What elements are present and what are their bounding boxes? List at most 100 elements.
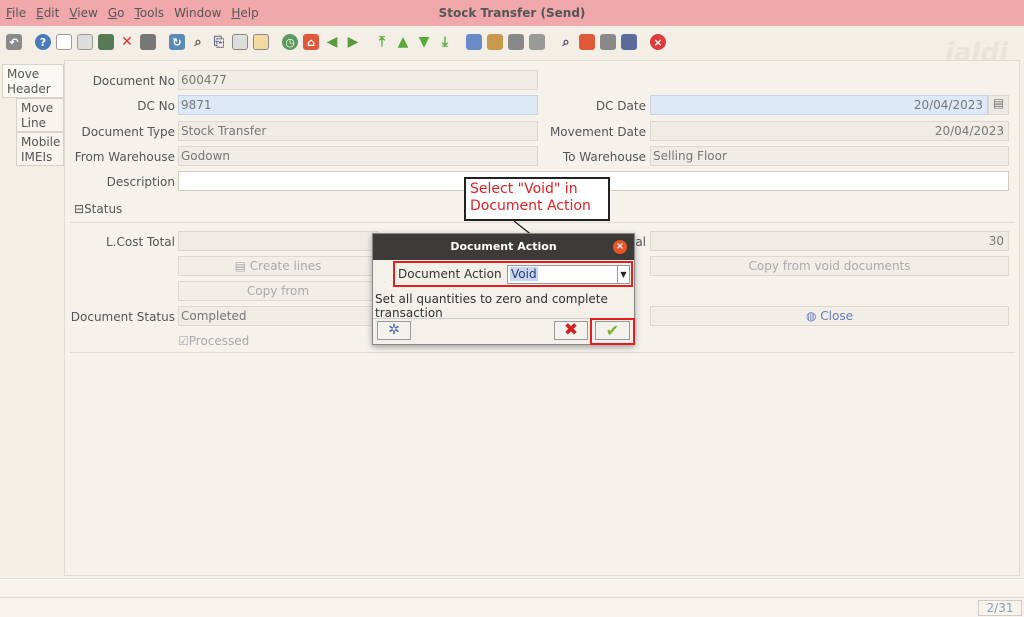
tab-label: Move Line <box>21 101 54 130</box>
menu-bar: File Edit View Go Tools Window Help <box>0 0 1024 26</box>
archived-docs-icon[interactable] <box>487 34 503 50</box>
status-bar <box>0 578 1024 596</box>
tab-label: Move Header <box>7 67 51 96</box>
history-icon[interactable]: ◷ <box>282 34 298 50</box>
document-type-label: Document Type <box>81 125 175 139</box>
from-warehouse-label: From Warehouse <box>74 150 175 164</box>
document-action-value: Void <box>510 267 538 281</box>
close-doc-icon: ◍ <box>806 309 821 323</box>
document-action-label: Document Action <box>398 267 502 281</box>
menu-window[interactable]: Window <box>174 6 221 20</box>
create-lines-label: Create lines <box>249 259 322 273</box>
create-lines-button[interactable]: ▤ Create lines <box>178 256 378 276</box>
close-button[interactable]: ◍ Close <box>650 306 1009 326</box>
action-description: Set all quantities to zero and complete … <box>375 292 633 318</box>
callout-line-2: Document Action <box>470 198 591 214</box>
home-icon[interactable]: ⌂ <box>303 34 319 50</box>
document-type-field[interactable]: Stock Transfer <box>178 121 538 141</box>
lcost-total-field[interactable] <box>178 231 378 251</box>
toolbar: ↶ ? ✕ ↻ ⌕ ⎘ ◷ ⌂ ◀ ▶ ⤒ ▲ ▼ ⤓ ⌕ × <box>0 28 1024 56</box>
print-icon[interactable] <box>529 34 545 50</box>
checkbox-icon: ☑ <box>178 334 189 348</box>
dc-no-field[interactable]: 9871 <box>178 95 538 115</box>
product-info-icon[interactable] <box>600 34 616 50</box>
refresh-icon[interactable]: ↻ <box>169 34 185 50</box>
movement-date-field[interactable]: 20/04/2023 <box>650 121 1009 141</box>
archive-icon[interactable] <box>253 34 269 50</box>
tab-move-line[interactable]: Move Line <box>16 98 64 132</box>
chat-icon[interactable] <box>232 34 248 50</box>
close-label: Close <box>820 309 853 323</box>
last-record-icon[interactable]: ⤓ <box>437 34 453 50</box>
record-pager[interactable]: 2/31 <box>978 600 1022 616</box>
delete-icon[interactable]: ✕ <box>119 34 135 50</box>
menu-view[interactable]: View <box>69 6 97 20</box>
check-icon: ✔ <box>605 321 620 340</box>
grid-icon[interactable] <box>140 34 156 50</box>
back-icon[interactable]: ◀ <box>324 34 340 50</box>
tab-move-header[interactable]: Move Header <box>2 64 64 98</box>
description-line-1: Set all quantities to zero and complete <box>375 292 608 306</box>
previous-record-icon[interactable]: ▲ <box>395 34 411 50</box>
dc-no-label: DC No <box>137 99 175 113</box>
status-section-label: Status <box>84 202 123 216</box>
attachment-icon[interactable]: ⎘ <box>211 34 227 50</box>
print-preview-icon[interactable] <box>508 34 524 50</box>
processed-checkbox[interactable]: ☑Processed <box>178 334 249 348</box>
to-warehouse-label: To Warehouse <box>562 150 646 164</box>
document-no-label: Document No <box>92 74 175 88</box>
next-record-icon[interactable]: ▼ <box>416 34 432 50</box>
menu-help[interactable]: Help <box>231 6 258 20</box>
description-line-2: transaction <box>375 306 443 318</box>
window-icon[interactable] <box>621 34 637 50</box>
cancel-button[interactable]: ✖ <box>554 321 588 340</box>
first-record-icon[interactable]: ⤒ <box>374 34 390 50</box>
processed-label: Processed <box>188 334 250 348</box>
document-action-dialog: Document Action × Document Action Void ▼… <box>372 233 635 345</box>
copy-from-button[interactable]: Copy from <box>178 281 378 301</box>
instruction-callout: Select "Void" in Document Action <box>464 177 610 221</box>
bottom-divider <box>70 352 1015 353</box>
tab-mobile-imeis[interactable]: Mobile IMEIs <box>16 132 64 166</box>
exit-icon[interactable]: × <box>650 34 666 50</box>
cancel-x-icon: ✖ <box>563 320 579 340</box>
from-warehouse-field[interactable]: Godown <box>178 146 538 166</box>
create-lines-icon: ▤ <box>234 259 250 273</box>
workflow-icon[interactable] <box>579 34 595 50</box>
document-no-field[interactable]: 600477 <box>178 70 538 90</box>
find-icon[interactable]: ⌕ <box>190 34 206 50</box>
new-record-icon[interactable] <box>56 34 72 50</box>
undo-icon[interactable]: ↶ <box>6 34 22 50</box>
ok-button[interactable]: ✔ <box>595 321 630 340</box>
menu-file[interactable]: File <box>6 6 26 20</box>
help-icon[interactable]: ? <box>35 34 51 50</box>
gear-icon: ✲ <box>388 322 400 338</box>
to-warehouse-field[interactable]: Selling Floor <box>650 146 1009 166</box>
document-status-field[interactable]: Completed <box>178 306 378 326</box>
dialog-title: Document Action <box>450 240 557 253</box>
save-icon[interactable] <box>98 34 114 50</box>
menu-go[interactable]: Go <box>108 6 125 20</box>
document-status-label: Document Status <box>70 310 175 324</box>
status-divider <box>70 222 1015 223</box>
document-action-select[interactable]: Void ▼ <box>507 265 630 284</box>
zoom-across-icon[interactable]: ⌕ <box>558 34 574 50</box>
forward-icon[interactable]: ▶ <box>345 34 361 50</box>
copy-record-icon[interactable] <box>77 34 93 50</box>
preferences-button[interactable]: ✲ <box>377 321 411 340</box>
menu-tools[interactable]: Tools <box>134 6 164 20</box>
menu-edit[interactable]: Edit <box>36 6 59 20</box>
report-icon[interactable] <box>466 34 482 50</box>
dc-date-field[interactable]: 20/04/2023 <box>650 95 988 115</box>
lcost-total-label: L.Cost Total <box>105 235 175 249</box>
collapse-icon: ⊟ <box>74 202 85 216</box>
dropdown-arrow-icon[interactable]: ▼ <box>617 266 629 283</box>
copy-from-void-button[interactable]: Copy from void documents <box>650 256 1009 276</box>
dialog-close-icon[interactable]: × <box>613 240 627 254</box>
total-field[interactable]: 30 <box>650 231 1009 251</box>
status-section-header[interactable]: ⊟Status <box>74 202 122 216</box>
calendar-icon[interactable]: ▤ <box>988 95 1009 115</box>
callout-line-1: Select "Void" in <box>470 181 578 197</box>
description-label: Description <box>106 175 175 189</box>
dialog-titlebar: Document Action × <box>373 234 634 260</box>
